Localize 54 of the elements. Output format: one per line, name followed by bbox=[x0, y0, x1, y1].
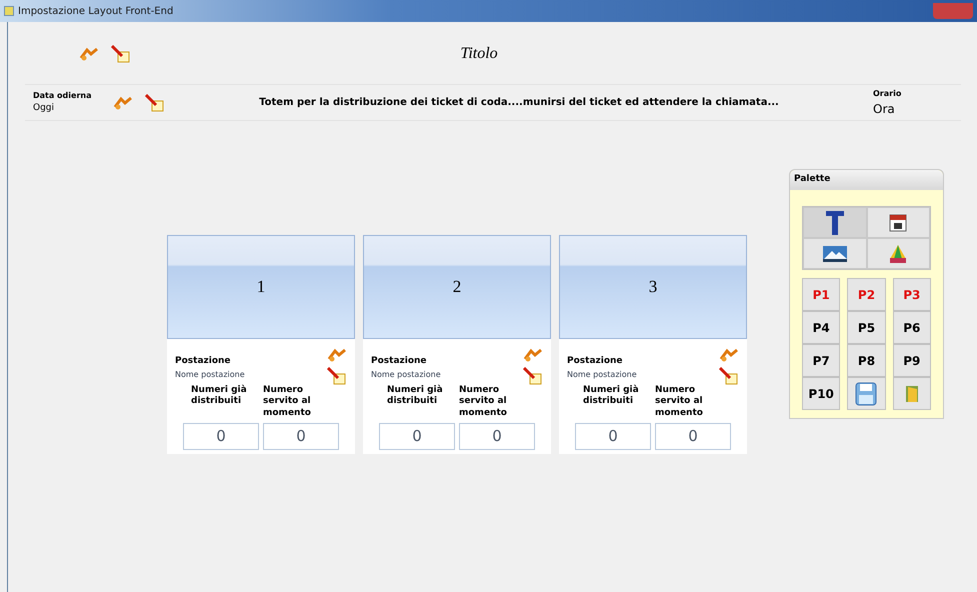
served-label: Numero servito al momento bbox=[655, 385, 704, 419]
pencil-icon[interactable] bbox=[523, 367, 543, 385]
calendar-icon bbox=[889, 214, 908, 232]
save-button[interactable] bbox=[847, 377, 886, 410]
served-label: Numero servito al momento bbox=[459, 385, 508, 419]
station-button[interactable]: P2 bbox=[847, 278, 886, 311]
door-icon bbox=[904, 384, 919, 402]
station-label: Postazione bbox=[567, 355, 624, 368]
palette-tool-button[interactable] bbox=[803, 238, 866, 269]
station-label: Postazione bbox=[371, 355, 428, 368]
time-label: Orario bbox=[873, 88, 902, 100]
pencil-icon[interactable] bbox=[111, 45, 131, 63]
date-value: Oggi bbox=[33, 102, 56, 115]
distributed-field[interactable]: 0 bbox=[575, 422, 651, 450]
palette-tool-button[interactable] bbox=[803, 207, 866, 238]
station-name: Nome postazione bbox=[567, 368, 637, 380]
station-label: Postazione bbox=[175, 355, 232, 368]
station-button[interactable]: P7 bbox=[802, 344, 840, 377]
window-icon bbox=[4, 6, 14, 16]
distributed-field[interactable]: 0 bbox=[183, 422, 259, 450]
station-button[interactable]: P8 bbox=[847, 344, 886, 377]
station-number: 3 bbox=[648, 276, 658, 298]
station-button[interactable]: P3 bbox=[892, 278, 931, 311]
page-title: Titolo bbox=[460, 44, 498, 64]
station-number: 2 bbox=[452, 276, 462, 298]
station-name: Nome postazione bbox=[175, 368, 245, 380]
window-title: Impostazione Layout Front-End bbox=[18, 4, 174, 18]
palette-title: Palette bbox=[790, 170, 943, 190]
color-palette-icon bbox=[888, 244, 908, 264]
distributed-field[interactable]: 0 bbox=[379, 422, 455, 450]
time-value: Ora bbox=[873, 100, 896, 118]
station-button[interactable]: P5 bbox=[847, 311, 886, 344]
station-button[interactable]: P9 bbox=[892, 344, 931, 377]
station-button[interactable]: P6 bbox=[892, 311, 931, 344]
pencil-icon[interactable] bbox=[327, 367, 347, 385]
date-label: Data odierna bbox=[33, 90, 92, 102]
distributed-label: Numeri già distribuiti bbox=[582, 385, 640, 408]
letter-tool-icon bbox=[824, 210, 845, 236]
station-name: Nome postazione bbox=[371, 368, 441, 380]
distributed-label: Numeri già distribuiti bbox=[386, 385, 444, 408]
ticker-message: Totem per la distribuzione dei ticket di coda....munirsi del ticket ed attendere la chiamata... bbox=[259, 96, 779, 110]
distributed-label: Numeri già distribuiti bbox=[190, 385, 248, 408]
served-field[interactable]: 0 bbox=[459, 422, 535, 450]
served-label: Numero servito al momento bbox=[263, 385, 312, 419]
station-number: 1 bbox=[256, 276, 266, 298]
served-field[interactable]: 0 bbox=[263, 422, 339, 450]
served-field[interactable]: 0 bbox=[655, 422, 731, 450]
palette-tool-button[interactable] bbox=[866, 207, 930, 238]
pencil-icon[interactable] bbox=[145, 94, 165, 112]
station-button[interactable]: P10 bbox=[802, 377, 840, 410]
pencil-icon[interactable] bbox=[719, 367, 739, 385]
mountain-picture-icon bbox=[822, 246, 847, 262]
station-button[interactable]: P1 bbox=[802, 278, 840, 311]
station-button[interactable]: P4 bbox=[802, 311, 840, 344]
